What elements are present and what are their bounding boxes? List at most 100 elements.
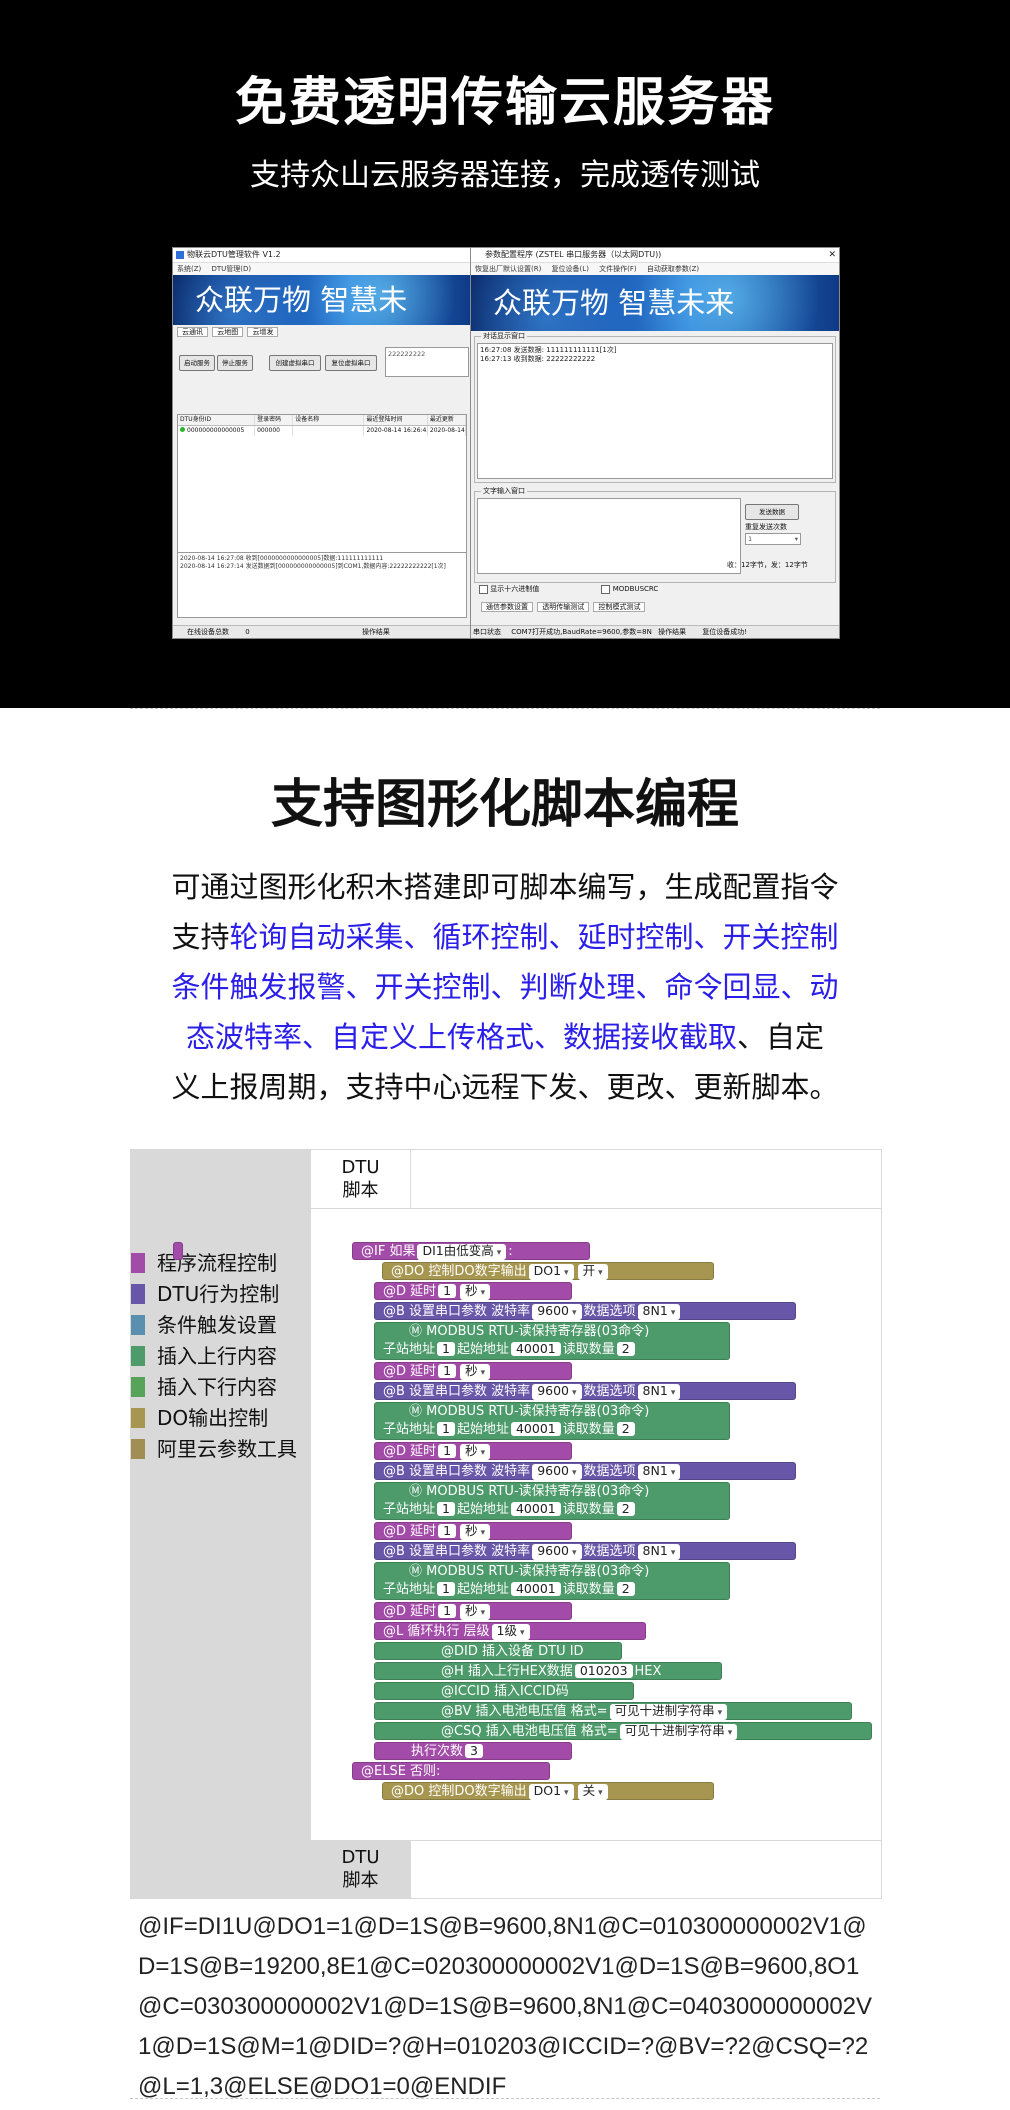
insert-csq-block[interactable]: @CSQ 插入电池电压值 格式= 可见十进制字符串 ▾ xyxy=(374,1722,872,1740)
do-select[interactable]: DO1 ▾ xyxy=(528,1784,574,1800)
baudrate-select[interactable]: 9600 ▾ xyxy=(532,1544,582,1560)
start-address-field[interactable]: 40001 xyxy=(510,1342,561,1356)
tab-transparent-test[interactable]: 透明传输测试 xyxy=(537,602,590,612)
if-block[interactable]: @IF 如果 DI1由低变高 ▾: xyxy=(352,1242,590,1260)
loop-count-block[interactable]: 执行次数 3 xyxy=(374,1742,572,1760)
tab-control-mode-test[interactable]: 控制模式测试 xyxy=(593,602,646,612)
serial-params-block[interactable]: @B 设置串口参数 波特率 9600 ▾ 数据选项 8N1 ▾ xyxy=(374,1542,796,1560)
format-select[interactable]: 可见十进制字符串 ▾ xyxy=(619,1724,738,1740)
tab-cloud-map[interactable]: 云地图 xyxy=(212,327,244,337)
do-select[interactable]: DO1 ▾ xyxy=(528,1264,574,1280)
send-data-button[interactable]: 发送数据 xyxy=(745,504,799,520)
operation-result-value: 复位设备成功! xyxy=(702,628,748,636)
slave-address-field[interactable]: 1 xyxy=(437,1342,455,1356)
hex-data-field[interactable]: 010203 xyxy=(574,1664,633,1678)
format-select[interactable]: 可见十进制字符串 ▾ xyxy=(609,1704,728,1720)
serial-params-block[interactable]: @B 设置串口参数 波特率 9600 ▾ 数据选项 8N1 ▾ xyxy=(374,1462,796,1480)
delay-unit-select[interactable]: 秒 ▾ xyxy=(460,1284,491,1300)
menu-reset-device[interactable]: 复位设备(L) xyxy=(552,265,589,273)
column-header[interactable]: DTU身份ID xyxy=(178,415,256,425)
do-output-block[interactable]: @DO 控制DO数字输出 DO1 ▾ 开 ▾ xyxy=(382,1262,714,1280)
do-state-select[interactable]: 关 ▾ xyxy=(577,1784,608,1800)
delay-unit-select[interactable]: 秒 ▾ xyxy=(460,1364,491,1380)
legend-swatch xyxy=(131,1315,145,1335)
modbus-block[interactable]: Ⓜ MODBUS RTU-读保持寄存器(03命令) 子站地址 1 起始地址 40001… xyxy=(374,1402,730,1440)
table-row[interactable]: 000000000000005 000000 2020-08-14 16:26:… xyxy=(178,426,466,436)
send-text-input[interactable]: 222222222 xyxy=(385,347,469,377)
serial-params-block[interactable]: @B 设置串口参数 波特率 9600 ▾ 数据选项 8N1 ▾ xyxy=(374,1382,796,1400)
delay-unit-select[interactable]: 秒 ▾ xyxy=(460,1444,491,1460)
window-title: 参数配置程序 (ZSTEL 串口服务器（以太网DTU)) xyxy=(485,250,662,259)
create-virtual-port-button[interactable]: 创建虚拟串口 xyxy=(269,355,321,371)
modbus-block[interactable]: Ⓜ MODBUS RTU-读保持寄存器(03命令) 子站地址 1 起始地址 40001… xyxy=(374,1562,730,1600)
delay-value-field[interactable]: 1 xyxy=(438,1444,457,1458)
tab-cloud-comm[interactable]: 云通讯 xyxy=(177,327,208,337)
operation-result-label: 操作结果 xyxy=(361,628,390,636)
delay-block[interactable]: @D 延时 1 秒 ▾ xyxy=(374,1362,572,1380)
delay-value-field[interactable]: 1 xyxy=(438,1364,457,1378)
insert-device-id-block[interactable]: @DID 插入设备 DTU ID xyxy=(374,1642,622,1660)
do-output-block[interactable]: @DO 控制DO数字输出 DO1 ▾ 关 ▾ xyxy=(382,1782,714,1800)
baudrate-select[interactable]: 9600 ▾ xyxy=(532,1304,582,1320)
slave-address-field[interactable]: 1 xyxy=(437,1422,455,1436)
repeat-count-select[interactable]: 1 ▾ xyxy=(745,533,801,545)
column-header[interactable]: 最近更新 xyxy=(428,415,466,425)
start-service-button[interactable]: 启动服务 xyxy=(179,355,215,371)
close-icon[interactable]: ✕ xyxy=(828,248,836,262)
delay-block[interactable]: @D 延时 1 秒 ▾ xyxy=(374,1442,572,1460)
delay-unit-select[interactable]: 秒 ▾ xyxy=(460,1604,491,1620)
column-header[interactable]: 登录密码 xyxy=(255,415,294,425)
modbus-crc-checkbox[interactable] xyxy=(601,584,611,594)
stop-service-button[interactable]: 停止服务 xyxy=(217,355,253,371)
data-option-select[interactable]: 8N1 ▾ xyxy=(637,1384,681,1400)
reset-virtual-port-button[interactable]: 复位虚拟串口 xyxy=(325,355,377,371)
data-option-select[interactable]: 8N1 ▾ xyxy=(637,1544,681,1560)
insert-hex-block[interactable]: @H 插入上行HEX数据 010203 HEX xyxy=(374,1662,722,1680)
menu-dtu[interactable]: DTU管理(D) xyxy=(212,265,252,273)
read-count-field[interactable]: 2 xyxy=(616,1502,635,1516)
description-line-1: 可通过图形化积木搭建即可脚本编写，生成配置指令 xyxy=(171,870,839,904)
hex-display-checkbox[interactable] xyxy=(479,584,488,594)
read-count-field[interactable]: 2 xyxy=(616,1582,635,1596)
slave-address-field[interactable]: 1 xyxy=(437,1582,455,1596)
start-address-field[interactable]: 40001 xyxy=(510,1502,561,1516)
legend-swatch xyxy=(131,1377,145,1397)
delay-value-field[interactable]: 1 xyxy=(438,1524,457,1538)
tab-cloud-push[interactable]: 云增发 xyxy=(247,327,279,337)
menu-file[interactable]: 文件操作(F) xyxy=(599,265,637,273)
serial-params-block[interactable]: @B 设置串口参数 波特率 9600 ▾ 数据选项 8N1 ▾ xyxy=(374,1302,796,1320)
delay-block[interactable]: @D 延时 1 秒 ▾ xyxy=(374,1602,572,1620)
start-address-field[interactable]: 40001 xyxy=(510,1582,561,1596)
column-header[interactable]: 设备名称 xyxy=(293,415,365,425)
insert-iccid-block[interactable]: @ICCID 插入ICCID码 xyxy=(374,1682,634,1700)
menu-system[interactable]: 系统(Z) xyxy=(177,265,201,273)
read-count-field[interactable]: 2 xyxy=(616,1342,635,1356)
data-option-select[interactable]: 8N1 ▾ xyxy=(637,1464,681,1480)
loop-block[interactable]: @L 循环执行 层级 1级 ▾ xyxy=(374,1622,646,1640)
slave-address-field[interactable]: 1 xyxy=(437,1502,455,1516)
baudrate-select[interactable]: 9600 ▾ xyxy=(532,1384,582,1400)
else-block[interactable]: @ELSE 否则: xyxy=(352,1762,550,1780)
read-count-field[interactable]: 2 xyxy=(616,1422,635,1436)
delay-block[interactable]: @D 延时 1 秒 ▾ xyxy=(374,1282,572,1300)
text-input-area[interactable] xyxy=(477,498,741,574)
delay-unit-select[interactable]: 秒 ▾ xyxy=(460,1524,491,1540)
loop-level-select[interactable]: 1级 ▾ xyxy=(491,1624,530,1640)
tab-comm-params[interactable]: 通信参数设置 xyxy=(481,602,533,612)
loop-count-field[interactable]: 3 xyxy=(465,1744,483,1758)
menu-auto-params[interactable]: 自动获取参数(Z) xyxy=(647,265,699,273)
start-address-field[interactable]: 40001 xyxy=(510,1422,561,1436)
baudrate-select[interactable]: 9600 ▾ xyxy=(532,1464,582,1480)
condition-dropdown[interactable]: DI1由低变高 ▾ xyxy=(417,1244,507,1260)
menu-restore-defaults[interactable]: 恢复出厂默认设置(R) xyxy=(475,265,541,273)
modbus-block[interactable]: Ⓜ MODBUS RTU-读保持寄存器(03命令) 子站地址 1 起始地址 40001… xyxy=(374,1322,730,1360)
delay-value-field[interactable]: 1 xyxy=(438,1284,457,1298)
data-option-select[interactable]: 8N1 ▾ xyxy=(637,1304,681,1320)
modbus-block[interactable]: Ⓜ MODBUS RTU-读保持寄存器(03命令) 子站地址 1 起始地址 40001… xyxy=(374,1482,730,1520)
delay-value-field[interactable]: 1 xyxy=(438,1604,457,1618)
delay-block[interactable]: @D 延时 1 秒 ▾ xyxy=(374,1522,572,1540)
insert-battery-voltage-block[interactable]: @BV 插入电池电压值 格式= 可见十进制字符串 ▾ xyxy=(374,1702,852,1720)
dialog-display-area[interactable]: 16:27:08 发送数据: 111111111111[1次] 16:27:13… xyxy=(477,343,833,479)
column-header[interactable]: 最近登陆时间 xyxy=(364,415,428,425)
do-state-select[interactable]: 开 ▾ xyxy=(577,1264,608,1280)
